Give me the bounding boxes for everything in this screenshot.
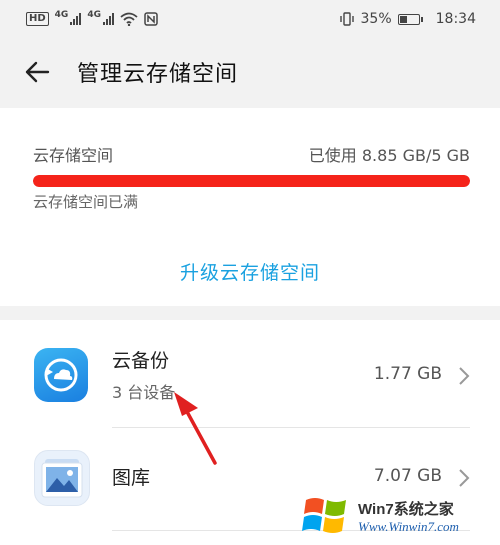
watermark-title: Win7系统之家 — [358, 501, 454, 518]
chevron-right-icon — [459, 469, 470, 487]
chevron-right-icon — [459, 367, 470, 385]
network-type-1: 4G — [54, 10, 69, 20]
storage-progress-bar — [33, 175, 470, 187]
list-item-cloud-backup[interactable]: 云备份 3 台设备 1.77 GB — [0, 328, 500, 428]
vibrate-icon — [339, 12, 354, 26]
battery-percent: 35% — [360, 11, 392, 27]
hd-badge: HD — [26, 12, 49, 26]
signal-icon-2 — [102, 13, 114, 25]
wifi-icon — [120, 12, 138, 26]
status-bar-left: HD 4G 4G — [26, 10, 158, 26]
page-title: 管理云存储空间 — [77, 62, 239, 87]
app-header: 管理云存储空间 — [0, 38, 500, 106]
status-bar-right: 35% 18:34 — [339, 11, 476, 27]
status-bar: HD 4G 4G 35% 18:34 — [0, 0, 500, 38]
nfc-icon — [144, 12, 158, 26]
item-title: 图库 — [112, 467, 151, 489]
annotation-arrow-icon — [174, 392, 217, 465]
storage-summary-card: 云存储空间 已使用 8.85 GB/5 GB 云存储空间已满 升级云存储空间 — [0, 108, 500, 306]
item-size: 7.07 GB — [373, 466, 442, 486]
signal-icon — [70, 13, 82, 25]
storage-progress-fill — [33, 175, 470, 187]
back-arrow-icon[interactable] — [23, 58, 51, 86]
cloud-backup-icon — [34, 348, 88, 402]
battery-icon — [397, 13, 423, 25]
watermark: Win7系统之家 Www.Winwin7.com — [300, 488, 500, 545]
storage-status-text: 云存储空间已满 — [33, 193, 139, 211]
upgrade-storage-link[interactable]: 升级云存储空间 — [0, 258, 500, 285]
clock: 18:34 — [435, 11, 476, 27]
storage-used-text: 已使用 8.85 GB/5 GB — [308, 146, 470, 165]
watermark-url: Www.Winwin7.com — [358, 519, 459, 534]
item-title: 云备份 — [112, 350, 170, 372]
gallery-icon — [34, 450, 90, 506]
network-type-2: 4G — [87, 10, 101, 20]
storage-label: 云存储空间 — [33, 146, 114, 165]
item-size: 1.77 GB — [373, 364, 442, 384]
